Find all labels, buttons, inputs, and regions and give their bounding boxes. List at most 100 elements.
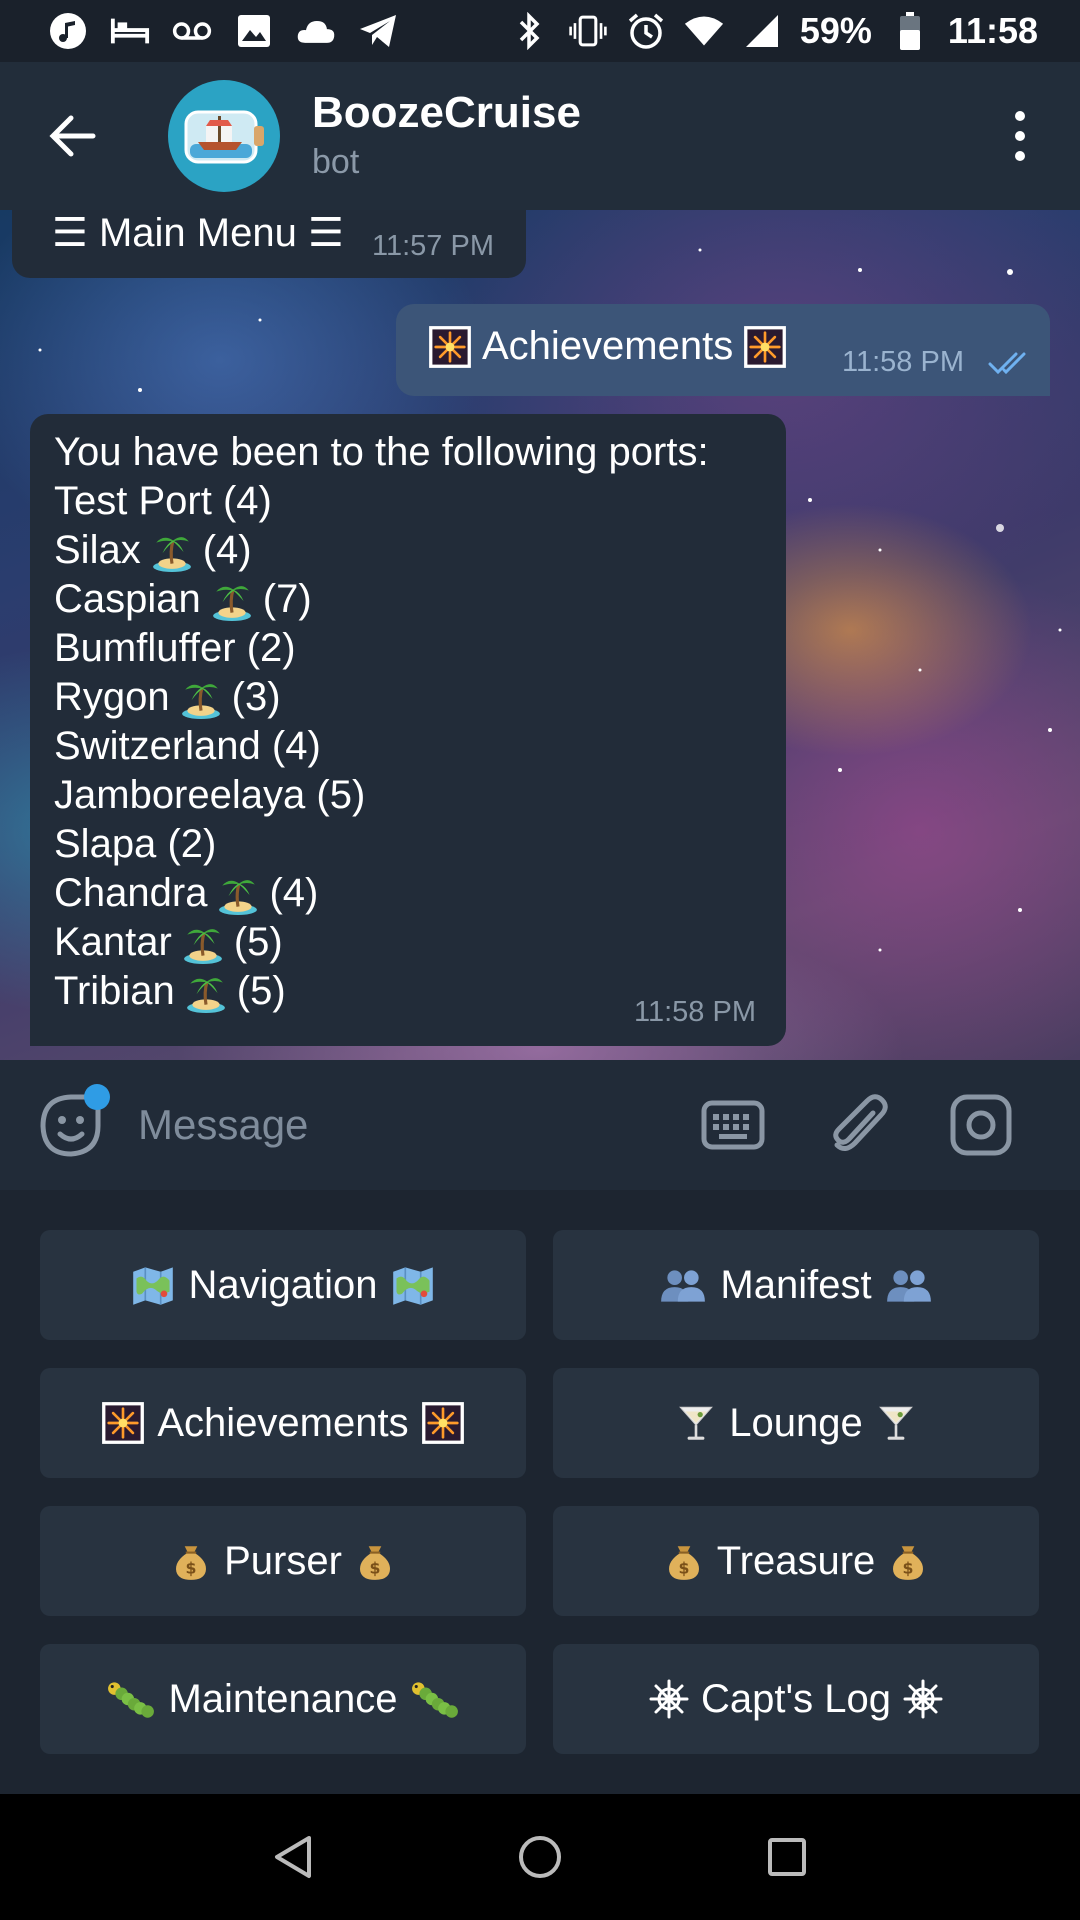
- paperclip-icon: [833, 1094, 888, 1151]
- people-icon: [884, 1264, 934, 1306]
- caterpillar-icon: [106, 1678, 156, 1720]
- port-name: Caspian: [54, 577, 201, 621]
- maintenance-button[interactable]: Maintenance: [40, 1644, 526, 1754]
- battery-percent: 59%: [799, 10, 872, 51]
- dot: [1015, 131, 1025, 141]
- port-name: Tribian: [54, 969, 175, 1013]
- lounge-button[interactable]: Lounge: [553, 1368, 1039, 1478]
- nav-home-button[interactable]: [495, 1812, 585, 1902]
- keyboard-icon: [701, 1100, 765, 1150]
- message-content: Achievements: [428, 324, 787, 369]
- palm-island-icon: [151, 530, 193, 572]
- palm-island-icon: [217, 873, 259, 915]
- fireworks-icon: [743, 325, 787, 369]
- palm-island-icon: [182, 922, 224, 964]
- ship-wheel-icon: [903, 1679, 943, 1719]
- chat-area[interactable]: ☰ Main Menu ☰ 11:57 PM Achievements 11:5…: [0, 210, 1080, 1060]
- message-ports[interactable]: You have been to the following ports: Te…: [30, 414, 786, 1046]
- port-name: Jamboreelaya: [54, 773, 306, 817]
- attach-button[interactable]: [824, 1090, 894, 1160]
- button-label: Purser: [224, 1538, 342, 1583]
- message-text: ☰ Main Menu ☰: [52, 211, 344, 255]
- wifi-icon: [684, 11, 724, 51]
- palm-island-icon: [180, 677, 222, 719]
- caterpillar-icon: [410, 1678, 460, 1720]
- navigation-button[interactable]: Navigation: [40, 1230, 526, 1340]
- port-visit-count: (5): [236, 969, 286, 1013]
- port-name: Chandra: [54, 871, 208, 915]
- port-visit-count: (4): [271, 724, 321, 768]
- chat-title-box[interactable]: BoozeCruise bot: [312, 87, 581, 185]
- clock: 11:58: [947, 10, 1038, 51]
- telegram-icon: [358, 11, 398, 51]
- port-name: Bumfluffer: [54, 626, 236, 670]
- treasure-button[interactable]: Treasure: [553, 1506, 1039, 1616]
- port-visit-count: (4): [222, 479, 272, 523]
- port-name: Silax: [54, 528, 141, 572]
- message-time: 11:58 PM: [634, 996, 756, 1028]
- message-time: 11:58 PM: [842, 346, 964, 378]
- signal-icon: [742, 11, 782, 51]
- status-bar: 59% 11:58: [0, 0, 1080, 62]
- chat-header: BoozeCruise bot: [0, 62, 1080, 210]
- bed-icon: [110, 11, 150, 51]
- fireworks-icon: [421, 1401, 465, 1445]
- port-name: Test Port: [54, 479, 212, 523]
- nav-back-button[interactable]: [248, 1812, 338, 1902]
- port-visit-count: (5): [233, 920, 283, 964]
- image-icon: [234, 11, 274, 51]
- manifest-button[interactable]: Manifest: [553, 1230, 1039, 1340]
- fireworks-icon: [101, 1401, 145, 1445]
- purser-button[interactable]: Purser: [40, 1506, 526, 1616]
- ports-intro: You have been to the following ports:: [54, 430, 709, 474]
- alarm-icon: [626, 11, 666, 51]
- ports-list: You have been to the following ports: Te…: [54, 428, 709, 1016]
- money-bag-icon: [887, 1539, 929, 1583]
- back-button[interactable]: [28, 91, 118, 181]
- camera-icon: [950, 1094, 1012, 1156]
- double-check-icon: [988, 352, 1026, 375]
- bot-keyboard: Navigation Manifest Achievements Lounge …: [0, 1190, 1080, 1794]
- status-left-icons: [48, 11, 398, 51]
- button-label: Navigation: [188, 1262, 378, 1307]
- port-line: Slapa (2): [54, 820, 709, 869]
- message-achievements[interactable]: Achievements 11:58 PM: [396, 304, 1050, 396]
- keyboard-toggle-button[interactable]: [698, 1090, 768, 1160]
- notification-dot: [84, 1084, 110, 1110]
- port-visit-count: (4): [202, 528, 252, 572]
- capts-log-button[interactable]: Capt's Log: [553, 1644, 1039, 1754]
- cocktail-icon: [675, 1401, 717, 1445]
- port-line: Switzerland (4): [54, 722, 709, 771]
- music-note-icon: [48, 11, 88, 51]
- button-label: Capt's Log: [701, 1676, 891, 1721]
- port-line: Tribian (5): [54, 967, 709, 1016]
- cocktail-icon: [875, 1401, 917, 1445]
- circle-home-icon: [518, 1836, 561, 1878]
- message-main-menu[interactable]: ☰ Main Menu ☰ 11:57 PM: [12, 210, 526, 278]
- button-label: Manifest: [720, 1262, 872, 1307]
- message-input-bar: [0, 1060, 1080, 1190]
- dot: [1015, 151, 1025, 161]
- port-line: Bumfluffer (2): [54, 624, 709, 673]
- button-label: Achievements: [157, 1400, 409, 1445]
- camera-button[interactable]: [946, 1090, 1016, 1160]
- button-label: Lounge: [729, 1400, 863, 1445]
- port-visit-count: (5): [316, 773, 366, 817]
- port-line: Caspian (7): [54, 575, 709, 624]
- battery-icon: [890, 11, 930, 51]
- bot-avatar[interactable]: [168, 80, 280, 192]
- nav-recents-button[interactable]: [742, 1812, 832, 1902]
- chat-title: BoozeCruise: [312, 88, 581, 137]
- palm-island-icon: [185, 971, 227, 1013]
- sticker-button[interactable]: [38, 1084, 110, 1158]
- achievements-button[interactable]: Achievements: [40, 1368, 526, 1478]
- fireworks-icon: [428, 325, 472, 369]
- people-icon: [658, 1264, 708, 1306]
- palm-island-icon: [211, 579, 253, 621]
- port-name: Kantar: [54, 920, 172, 964]
- message-input[interactable]: [138, 1085, 698, 1165]
- port-line: Silax (4): [54, 526, 709, 575]
- square-recents-icon: [767, 1838, 806, 1876]
- more-options-button[interactable]: [1000, 91, 1040, 181]
- ship-in-bottle-icon: [184, 110, 264, 164]
